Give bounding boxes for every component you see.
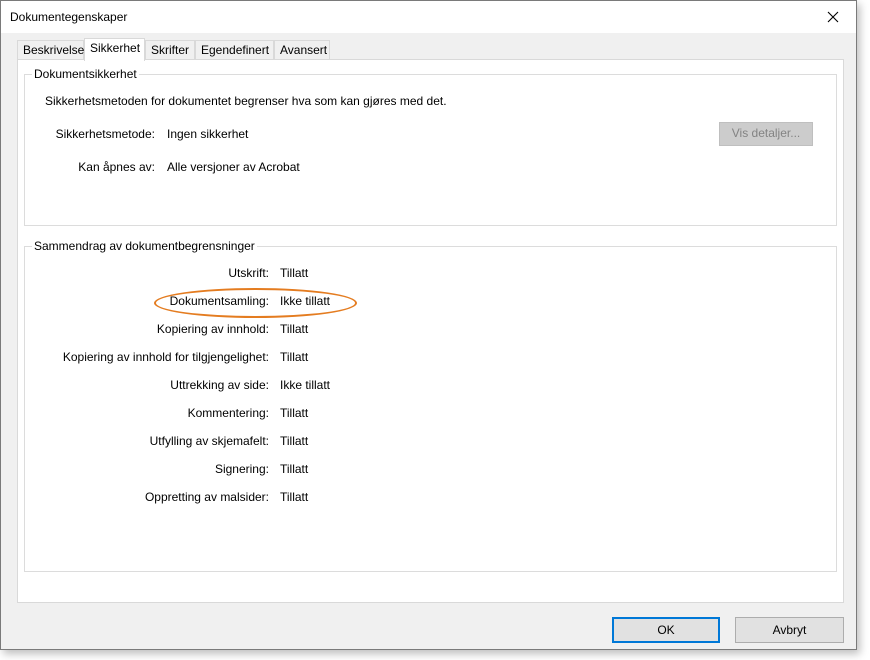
restrictions-group-title: Sammendrag av dokumentbegrensninger (32, 238, 257, 254)
restriction-row-utfylling: Utfylling av skjemafelt: Tillatt (25, 434, 838, 450)
restriction-row-utskrift: Utskrift: Tillatt (25, 266, 838, 282)
tab-egendefinert[interactable]: Egendefinert (195, 40, 274, 60)
tab-beskrivelse[interactable]: Beskrivelse (17, 40, 84, 60)
dialog-title: Dokumentegenskaper (10, 10, 128, 24)
restriction-value: Ikke tillatt (280, 378, 331, 392)
restriction-value: Tillatt (280, 406, 309, 420)
restriction-value: Tillatt (280, 434, 309, 448)
highlight-annotation-ellipse (154, 288, 357, 318)
document-security-group: Dokumentsikkerhet Sikkerhetsmetoden for … (24, 66, 837, 226)
restrictions-summary-group: Sammendrag av dokumentbegrensninger Utsk… (24, 238, 838, 572)
cancel-button[interactable]: Avbryt (735, 617, 844, 643)
restriction-row-kopiering: Kopiering av innhold: Tillatt (25, 322, 838, 338)
restriction-label: Kopiering av innhold for tilgjengelighet… (62, 350, 269, 364)
restriction-label: Uttrekking av side: (170, 378, 269, 392)
title-bar: Dokumentegenskaper (1, 1, 856, 33)
restriction-label: Utskrift: (228, 266, 269, 280)
restriction-label: Signering: (214, 462, 269, 476)
restriction-value: Tillatt (280, 462, 309, 476)
restriction-label: Kommentering: (187, 406, 269, 420)
tab-skrifter[interactable]: Skrifter (145, 40, 195, 60)
restriction-row-malsider: Oppretting av malsider: Tillatt (25, 490, 838, 506)
security-method-value: Ingen sikkerhet (167, 127, 249, 141)
security-tab-panel: Dokumentsikkerhet Sikkerhetsmetoden for … (17, 59, 844, 603)
close-button[interactable] (810, 1, 856, 33)
restriction-row-uttrekking: Uttrekking av side: Ikke tillatt (25, 378, 838, 394)
opens-by-value: Alle versjoner av Acrobat (167, 160, 300, 174)
restriction-row-kopiering-tilgjengelighet: Kopiering av innhold for tilgjengelighet… (25, 350, 838, 366)
security-description: Sikkerhetsmetoden for dokumentet begrens… (45, 94, 447, 108)
restriction-label: Kopiering av innhold: (156, 322, 269, 336)
restriction-label: Oppretting av malsider: (144, 490, 269, 504)
tab-sikkerhet[interactable]: Sikkerhet (84, 38, 145, 61)
opens-by-label: Kan åpnes av: (78, 160, 155, 174)
close-icon (827, 11, 839, 23)
restriction-row-signering: Signering: Tillatt (25, 462, 838, 478)
tab-avansert[interactable]: Avansert (274, 40, 330, 60)
restriction-row-kommentering: Kommentering: Tillatt (25, 406, 838, 422)
restriction-value: Tillatt (280, 266, 309, 280)
security-method-label: Sikkerhetsmetode: (55, 127, 155, 141)
restriction-value: Tillatt (280, 490, 309, 504)
restriction-value: Tillatt (280, 322, 309, 336)
document-properties-dialog: Dokumentegenskaper Beskrivelse Sikkerhet… (0, 0, 857, 650)
document-security-group-title: Dokumentsikkerhet (32, 66, 139, 82)
restriction-row-dokumentsamling: Dokumentsamling: Ikke tillatt (25, 294, 838, 310)
restriction-label: Utfylling av skjemafelt: (149, 434, 269, 448)
show-details-button[interactable]: Vis detaljer... (719, 122, 813, 146)
restriction-value: Tillatt (280, 350, 309, 364)
ok-button[interactable]: OK (612, 617, 720, 643)
